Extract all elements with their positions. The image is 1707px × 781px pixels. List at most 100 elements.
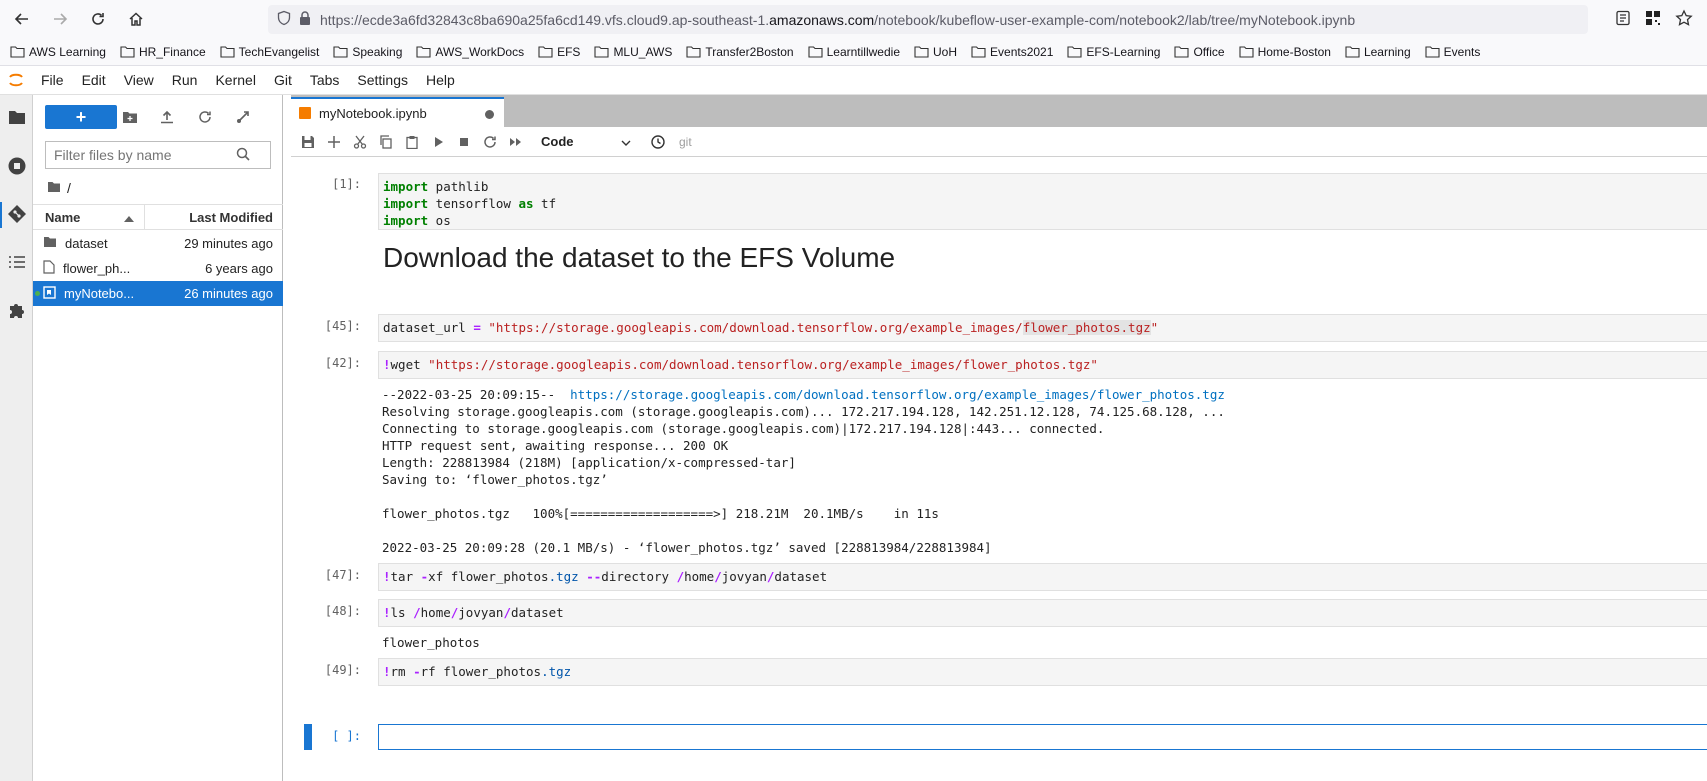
- folder-icon: [47, 180, 61, 196]
- tab-mynotebook[interactable]: myNotebook.ipynb: [291, 97, 504, 127]
- git-icon[interactable]: [6, 203, 28, 225]
- bookmark-folder[interactable]: Home-Boston: [1239, 45, 1331, 59]
- menu-file[interactable]: File: [32, 72, 73, 88]
- url-path: /notebook/kubeflow-user-example-com/note…: [874, 11, 1356, 28]
- output-link[interactable]: https://storage.googleapis.com/download.…: [570, 387, 1225, 402]
- code-token: =: [473, 320, 481, 335]
- file-row-dataset[interactable]: dataset 29 minutes ago: [33, 231, 283, 256]
- bookmark-label: Events: [1443, 44, 1481, 59]
- bookmark-folder[interactable]: MLU_AWS: [594, 45, 672, 59]
- column-name-header[interactable]: Name: [33, 205, 145, 229]
- bookmark-folder[interactable]: Learntillwedie: [808, 45, 900, 59]
- file-filter-field[interactable]: [45, 141, 271, 169]
- bookmark-folder[interactable]: Office: [1174, 45, 1225, 59]
- cell-prompt: [45]:: [324, 319, 361, 333]
- output-line: 2022-03-25 20:09:28 (20.1 MB/s) - ‘flowe…: [382, 540, 992, 555]
- code-token: .tgz: [541, 664, 572, 679]
- table-of-contents-icon[interactable]: [6, 251, 28, 273]
- run-cell-icon[interactable]: [425, 129, 451, 155]
- folder-icon: [220, 46, 235, 58]
- refresh-icon[interactable]: [196, 108, 214, 126]
- search-icon: [236, 147, 250, 164]
- bookmark-folder[interactable]: Events2021: [971, 45, 1053, 59]
- cell-prompt: [1]:: [332, 177, 361, 191]
- menu-tabs[interactable]: Tabs: [301, 72, 349, 88]
- file-filter-input[interactable]: [46, 147, 236, 163]
- column-name-label: Name: [45, 209, 81, 225]
- breadcrumb[interactable]: /: [47, 177, 71, 199]
- new-folder-icon[interactable]: [121, 108, 139, 126]
- file-row-mynotebook[interactable]: myNotebo... 26 minutes ago: [33, 281, 283, 306]
- cell-output-wget: --2022-03-25 20:09:15-- https://storage.…: [382, 386, 1225, 556]
- bookmark-folder[interactable]: EFS: [538, 45, 580, 59]
- menu-help[interactable]: Help: [417, 72, 464, 88]
- menu-settings[interactable]: Settings: [348, 72, 417, 88]
- bookmark-folder[interactable]: Learning: [1345, 45, 1411, 59]
- column-modified-header[interactable]: Last Modified: [145, 210, 283, 225]
- menu-git[interactable]: Git: [265, 72, 301, 88]
- bookmark-folder[interactable]: Speaking: [333, 45, 402, 59]
- code-cell-imports[interactable]: import pathlib import tensorflow as tf i…: [378, 173, 1707, 230]
- code-cell-ls[interactable]: !ls /home/jovyan/dataset: [378, 599, 1707, 627]
- new-launcher-button[interactable]: +: [45, 105, 117, 129]
- git-clone-icon[interactable]: [234, 108, 252, 126]
- file-name: myNotebo...: [64, 286, 135, 301]
- lock-icon[interactable]: [298, 10, 312, 29]
- forward-icon[interactable]: [44, 3, 76, 35]
- file-modified: 29 minutes ago: [184, 236, 273, 251]
- cell-type-select[interactable]: Code: [541, 134, 631, 149]
- restart-run-all-icon[interactable]: [503, 129, 529, 155]
- bookmark-folder[interactable]: TechEvangelist: [220, 44, 320, 59]
- menu-edit[interactable]: Edit: [73, 72, 115, 88]
- breadcrumb-root[interactable]: /: [67, 180, 71, 196]
- folder-icon: [686, 46, 701, 58]
- reader-view-icon[interactable]: [1615, 10, 1631, 29]
- paste-icon[interactable]: [399, 129, 425, 155]
- menu-view[interactable]: View: [115, 72, 163, 88]
- clock-icon[interactable]: [645, 129, 671, 155]
- bookmark-star-icon[interactable]: [1675, 9, 1693, 30]
- code-token: jovyan: [721, 569, 767, 584]
- folder-icon: [120, 46, 135, 58]
- bookmark-label: TechEvangelist: [238, 44, 320, 59]
- bookmark-folder[interactable]: UoH: [914, 45, 957, 59]
- cell-prompt: [42]:: [324, 356, 361, 370]
- bookmark-folder[interactable]: EFS-Learning: [1067, 45, 1160, 59]
- code-token: tar: [390, 569, 421, 584]
- shield-icon[interactable]: [276, 10, 292, 29]
- interrupt-kernel-icon[interactable]: [451, 129, 477, 155]
- save-icon[interactable]: [295, 129, 321, 155]
- menu-kernel[interactable]: Kernel: [206, 72, 264, 88]
- code-cell-empty-active[interactable]: [378, 724, 1707, 750]
- qr-code-icon[interactable]: [1645, 10, 1661, 29]
- file-browser-folder-icon[interactable]: [6, 106, 28, 128]
- code-token: rf flower_photos: [420, 664, 542, 679]
- reload-icon[interactable]: [82, 3, 114, 35]
- code-token: tf: [533, 196, 557, 211]
- cut-icon[interactable]: [347, 129, 373, 155]
- code-cell-tar[interactable]: !tar -xf flower_photos.tgz --directory /…: [378, 563, 1707, 591]
- restart-kernel-icon[interactable]: [477, 129, 503, 155]
- folder-icon: [416, 46, 431, 58]
- extension-puzzle-icon[interactable]: [6, 299, 28, 321]
- bookmark-folder[interactable]: AWS Learning: [10, 45, 106, 59]
- upload-icon[interactable]: [158, 108, 176, 126]
- code-cell-rm[interactable]: !rm -rf flower_photos.tgz: [378, 658, 1707, 686]
- bookmark-folder[interactable]: Transfer2Boston: [686, 45, 794, 59]
- file-row-flower-photos[interactable]: flower_ph... 6 years ago: [33, 256, 283, 281]
- code-token: /: [413, 605, 421, 620]
- add-cell-icon[interactable]: [321, 129, 347, 155]
- code-cell-dataset-url[interactable]: dataset_url = "https://storage.googleapi…: [378, 314, 1707, 342]
- bookmark-folder[interactable]: HR_Finance: [120, 45, 206, 59]
- bookmark-folder[interactable]: AWS_WorkDocs: [416, 45, 524, 59]
- running-sessions-icon[interactable]: [6, 155, 28, 177]
- home-icon[interactable]: [120, 3, 152, 35]
- git-label[interactable]: git: [679, 135, 692, 149]
- bookmark-folder[interactable]: Events: [1425, 44, 1481, 59]
- back-icon[interactable]: [6, 3, 38, 35]
- code-cell-wget[interactable]: !wget "https://storage.googleapis.com/do…: [378, 351, 1707, 379]
- address-bar[interactable]: https://ecde3a6fd32843c8ba690a25fa6cd149…: [268, 5, 1588, 34]
- unsaved-dot-icon[interactable]: [485, 110, 494, 119]
- copy-icon[interactable]: [373, 129, 399, 155]
- menu-run[interactable]: Run: [163, 72, 207, 88]
